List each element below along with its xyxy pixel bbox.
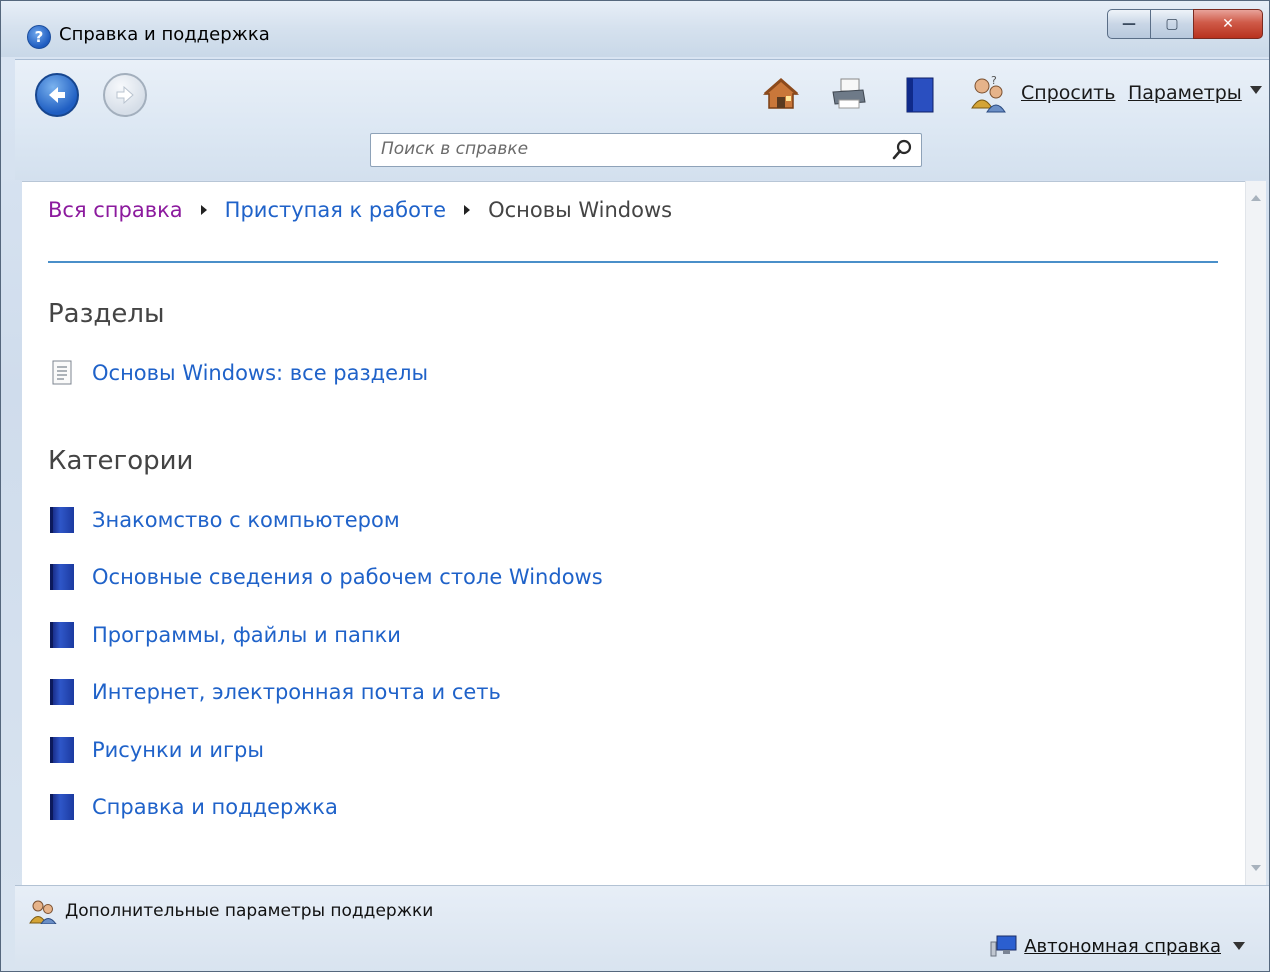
category-item[interactable]: Программы, файлы и папки <box>50 620 401 650</box>
maximize-icon: ▢ <box>1165 16 1179 32</box>
breadcrumb-separator-icon <box>200 205 207 215</box>
maximize-button[interactable]: ▢ <box>1150 9 1194 39</box>
search-input[interactable] <box>371 134 881 164</box>
book-icon <box>50 622 74 648</box>
help-content: Вся справка Приступая к работе Основы Wi… <box>22 181 1245 886</box>
ask-link[interactable]: Спросить <box>1021 82 1115 104</box>
category-item[interactable]: Интернет, электронная почта и сеть <box>50 677 501 707</box>
category-link[interactable]: Рисунки и игры <box>92 738 264 762</box>
home-icon[interactable] <box>761 74 801 114</box>
topic-item[interactable]: Основы Windows: все разделы <box>50 358 428 388</box>
category-link[interactable]: Основные сведения о рабочем столе Window… <box>92 565 603 589</box>
topic-page-icon <box>52 360 72 385</box>
category-link[interactable]: Программы, файлы и папки <box>92 623 401 647</box>
category-item[interactable]: Знакомство с компьютером <box>50 505 400 535</box>
category-link[interactable]: Знакомство с компьютером <box>92 508 400 532</box>
more-support-button[interactable]: Дополнительные параметры поддержки <box>29 898 433 924</box>
window-controls: — ▢ ✕ <box>1107 9 1263 39</box>
breadcrumb-getting-started[interactable]: Приступая к работе <box>225 198 446 222</box>
computer-icon <box>990 935 1017 957</box>
options-menu[interactable]: Параметры <box>1128 82 1242 104</box>
back-button[interactable] <box>35 73 79 117</box>
chevron-down-icon <box>1233 942 1245 950</box>
search-icon[interactable] <box>891 139 913 161</box>
minimize-button[interactable]: — <box>1107 9 1151 39</box>
breadcrumb: Вся справка Приступая к работе Основы Wi… <box>48 198 672 222</box>
category-item[interactable]: Основные сведения о рабочем столе Window… <box>50 562 603 592</box>
toolbar: ? Спросить Параметры <box>15 59 1269 180</box>
close-button[interactable]: ✕ <box>1193 9 1263 39</box>
category-link[interactable]: Справка и поддержка <box>92 795 338 819</box>
book-icon <box>50 794 74 820</box>
minimize-icon: — <box>1122 16 1136 32</box>
category-item[interactable]: Справка и поддержка <box>50 792 338 822</box>
people-help-icon[interactable]: ? <box>969 74 1009 114</box>
offline-help-label: Автономная справка <box>1024 935 1221 957</box>
scroll-down-arrow-icon[interactable] <box>1251 865 1261 871</box>
book-icon <box>50 737 74 763</box>
options-chevron-down-icon[interactable] <box>1250 86 1262 94</box>
help-question-icon: ? <box>27 25 51 49</box>
topics-heading: Разделы <box>48 299 165 329</box>
forward-button[interactable] <box>103 73 147 117</box>
printer-icon[interactable] <box>829 74 869 114</box>
category-item[interactable]: Рисунки и игры <box>50 735 264 765</box>
book-icon <box>50 679 74 705</box>
search-box <box>370 133 922 167</box>
topic-link[interactable]: Основы Windows: все разделы <box>92 361 428 385</box>
back-arrow-icon <box>49 87 65 103</box>
breadcrumb-all-help[interactable]: Вся справка <box>48 198 183 222</box>
breadcrumb-current: Основы Windows <box>488 198 673 222</box>
scroll-up-arrow-icon[interactable] <box>1251 195 1261 201</box>
window-title: Справка и поддержка <box>59 24 270 45</box>
header-divider <box>48 261 1218 263</box>
categories-heading: Категории <box>48 446 194 476</box>
book-icon[interactable] <box>901 74 941 114</box>
offline-help-menu[interactable]: Автономная справка <box>990 934 1245 958</box>
category-link[interactable]: Интернет, электронная почта и сеть <box>92 680 501 704</box>
book-icon <box>50 564 74 590</box>
svg-text:?: ? <box>991 74 997 87</box>
status-bar: Дополнительные параметры поддержки Автон… <box>15 885 1269 971</box>
more-support-label: Дополнительные параметры поддержки <box>65 901 434 921</box>
book-icon <box>50 507 74 533</box>
help-window: ? Справка и поддержка — ▢ ✕ ? Спросить П… <box>0 0 1270 972</box>
people-help-icon <box>29 900 57 924</box>
breadcrumb-separator-icon <box>464 205 471 215</box>
title-bar: ? Справка и поддержка — ▢ ✕ <box>1 1 1269 57</box>
forward-arrow-icon <box>116 85 134 105</box>
close-icon: ✕ <box>1222 16 1234 32</box>
vertical-scrollbar[interactable] <box>1245 181 1266 885</box>
